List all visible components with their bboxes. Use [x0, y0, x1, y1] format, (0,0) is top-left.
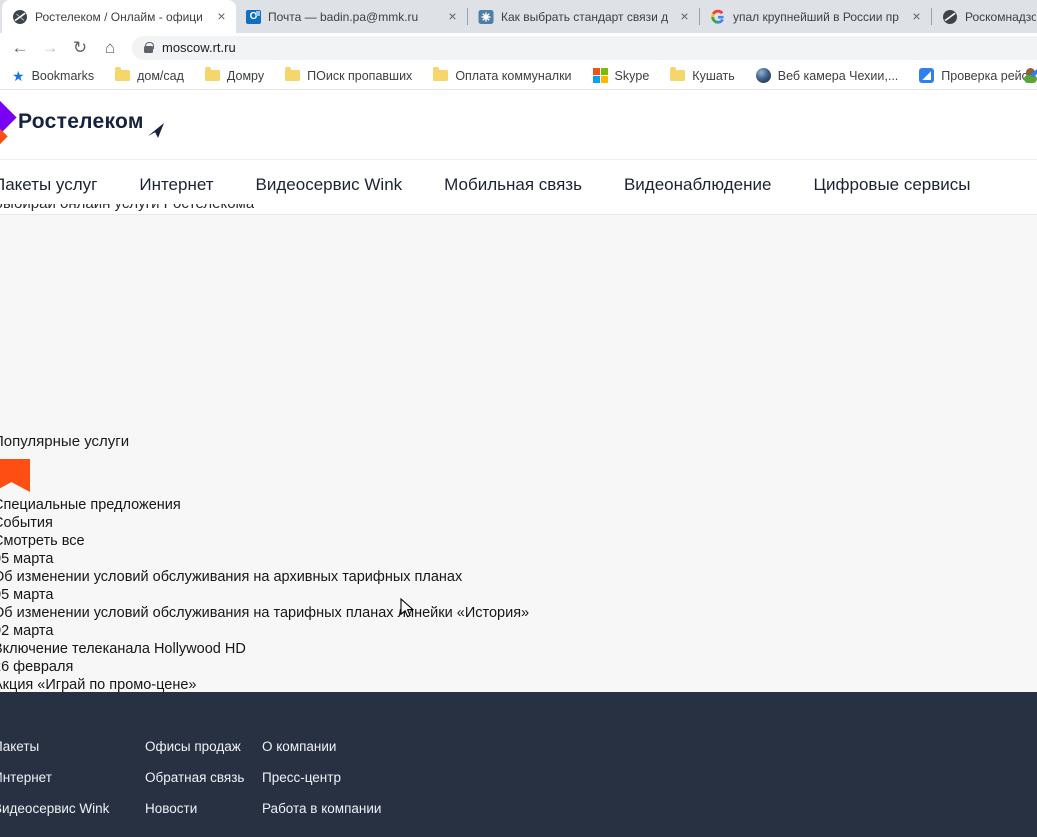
footer-link-feedback[interactable]: Обратная связь: [145, 770, 262, 786]
folder-icon: [670, 70, 685, 81]
nav-item-digital[interactable]: Цифровые сервисы: [813, 175, 970, 195]
tab-mail[interactable]: O Почта — badin.pa@mmk.ru ×: [236, 0, 467, 33]
folder-icon: [115, 70, 130, 81]
site-header: Ростелеком: [0, 90, 1037, 160]
tab-title: Ростелеком / Онлайм - офици: [35, 10, 206, 24]
tab-title: Как выбрать стандарт связи д: [501, 10, 669, 24]
bookmark-webcam[interactable]: Веб камера Чехии,...: [756, 68, 899, 83]
bookmark-folder-kushat[interactable]: Кушать: [670, 69, 734, 83]
rostelecom-logo-text[interactable]: Ростелеком: [18, 110, 144, 134]
section-title: Популярные услуги: [0, 433, 1037, 450]
bookmark-label: Проверка рейса и...: [941, 69, 1037, 83]
link-special-offers[interactable]: Специальные предложения: [0, 496, 1037, 514]
bookmark-label: Домру: [227, 69, 264, 83]
bookmark-folder-domru[interactable]: Домру: [205, 69, 264, 83]
page-content: Популярные услуги Специальные предложени…: [0, 215, 1037, 692]
bookmark-folder-dom-sad[interactable]: дом/сад: [115, 69, 184, 83]
address-bar[interactable]: moscow.rt.ru: [132, 36, 1037, 60]
home-icon[interactable]: ⌂: [98, 36, 122, 60]
news-date: 02 марта: [0, 622, 1037, 640]
news-title[interactable]: Об изменении условий обслуживания на арх…: [0, 568, 1037, 586]
globe-icon: [12, 9, 28, 25]
nav-item-mobile[interactable]: Мобильная связь: [444, 175, 582, 195]
bookmark-folder-poisk[interactable]: ПОиск пропавших: [285, 69, 412, 83]
footer-link-packages[interactable]: Пакеты: [0, 739, 145, 755]
nav-item-internet[interactable]: Интернет: [139, 175, 213, 195]
tab-google-search[interactable]: упал крупнейший в России пр ×: [700, 0, 931, 33]
nav-item-surveillance[interactable]: Видеонаблюдение: [624, 175, 772, 195]
link-events[interactable]: События: [0, 514, 1037, 532]
bookmark-label: Bookmarks: [32, 69, 95, 83]
tab-roskomnadzor[interactable]: Роскомнадзор: [932, 0, 1037, 33]
footer-link-news[interactable]: Новости: [145, 801, 262, 817]
rostelecom-logo-icon: [0, 96, 20, 154]
nav-item-wink[interactable]: Видеосервис Wink: [256, 175, 403, 195]
bookmark-label: Skype: [615, 69, 650, 83]
clipped-heading: Выбирай онлайн услуги Ростелекома: [0, 204, 254, 213]
starburst-icon: [478, 9, 494, 25]
link-see-all[interactable]: Смотреть все: [0, 532, 1037, 550]
footer-link-jobs[interactable]: Работа в компании: [262, 801, 1030, 817]
back-icon[interactable]: ←: [8, 36, 32, 60]
location-arrow-icon: [148, 123, 166, 139]
site-footer: Пакеты Офисы продаж О компании Интернет …: [0, 692, 1037, 837]
footer-link-internet[interactable]: Интернет: [0, 770, 145, 786]
outlook-icon: O: [246, 10, 261, 24]
bookmark-folder-oplata[interactable]: Оплата коммуналки: [433, 69, 571, 83]
forward-icon[interactable]: →: [38, 36, 62, 60]
bookmark-label: Веб камера Чехии,...: [778, 69, 899, 83]
bookmark-bookmarks[interactable]: ★ Bookmarks: [12, 69, 94, 83]
footer-link-press[interactable]: Пресс-центр: [262, 770, 1030, 786]
globe-icon: [942, 9, 958, 25]
news-title[interactable]: Акция «Играй по промо-цене»: [0, 676, 1037, 692]
site-nav: Пакеты услуг Интернет Видеосервис Wink М…: [0, 160, 1037, 215]
bookmark-label: Оплата коммуналки: [455, 69, 571, 83]
bookmark-label: ПОиск пропавших: [307, 69, 412, 83]
folder-icon: [433, 70, 448, 81]
tab-title: упал крупнейший в России пр: [733, 10, 901, 24]
nav-item-packages[interactable]: Пакеты услуг: [0, 175, 97, 195]
ribbon-bookmark-icon: [0, 459, 30, 492]
star-icon: ★: [12, 69, 25, 83]
reload-icon[interactable]: ↻: [68, 36, 92, 60]
bookmark-cut-icon[interactable]: [1024, 68, 1037, 84]
url-text[interactable]: moscow.rt.ru: [162, 40, 236, 55]
footer-link-about[interactable]: О компании: [262, 739, 1030, 755]
lock-icon: [144, 46, 153, 53]
globe-photo-icon: [756, 68, 771, 83]
footer-link-offices[interactable]: Офисы продаж: [145, 739, 262, 755]
news-date: 05 марта: [0, 550, 1037, 568]
folder-icon: [285, 70, 300, 81]
microsoft-icon: [593, 68, 608, 83]
footer-link-wink[interactable]: Видеосервис Wink: [0, 801, 145, 817]
close-icon[interactable]: ×: [213, 8, 230, 25]
google-g-icon: [710, 9, 726, 25]
folder-icon: [205, 70, 220, 81]
bookmark-label: Кушать: [692, 69, 734, 83]
bookmark-flight-check[interactable]: Проверка рейса и...: [919, 68, 1037, 83]
tab-standart-svyazi[interactable]: Как выбрать стандарт связи д ×: [468, 0, 699, 33]
close-icon[interactable]: ×: [908, 8, 925, 25]
tab-title: Почта — badin.pa@mmk.ru: [268, 10, 437, 24]
tab-strip: Ростелеком / Онлайм - офици × O Почта — …: [0, 0, 1037, 33]
tab-title: Роскомнадзор: [965, 10, 1036, 24]
tab-rostelecom[interactable]: Ростелеком / Онлайм - офици ×: [2, 0, 236, 33]
news-date: 05 марта: [0, 586, 1037, 604]
flight-icon: [919, 68, 934, 83]
news-date: 26 февраля: [0, 658, 1037, 676]
news-title[interactable]: Об изменении условий обслуживания на тар…: [0, 604, 1037, 622]
news-title[interactable]: Включение телеканала Hollywood HD: [0, 640, 1037, 658]
bookmarks-bar: ★ Bookmarks дом/сад Домру ПОиск пропавши…: [0, 62, 1037, 90]
mouse-cursor: [400, 598, 415, 619]
close-icon[interactable]: ×: [444, 8, 461, 25]
bookmark-skype[interactable]: Skype: [593, 68, 650, 83]
close-icon[interactable]: ×: [676, 8, 693, 25]
bookmark-label: дом/сад: [137, 69, 184, 83]
browser-toolbar: ← → ↻ ⌂ moscow.rt.ru: [0, 33, 1037, 62]
